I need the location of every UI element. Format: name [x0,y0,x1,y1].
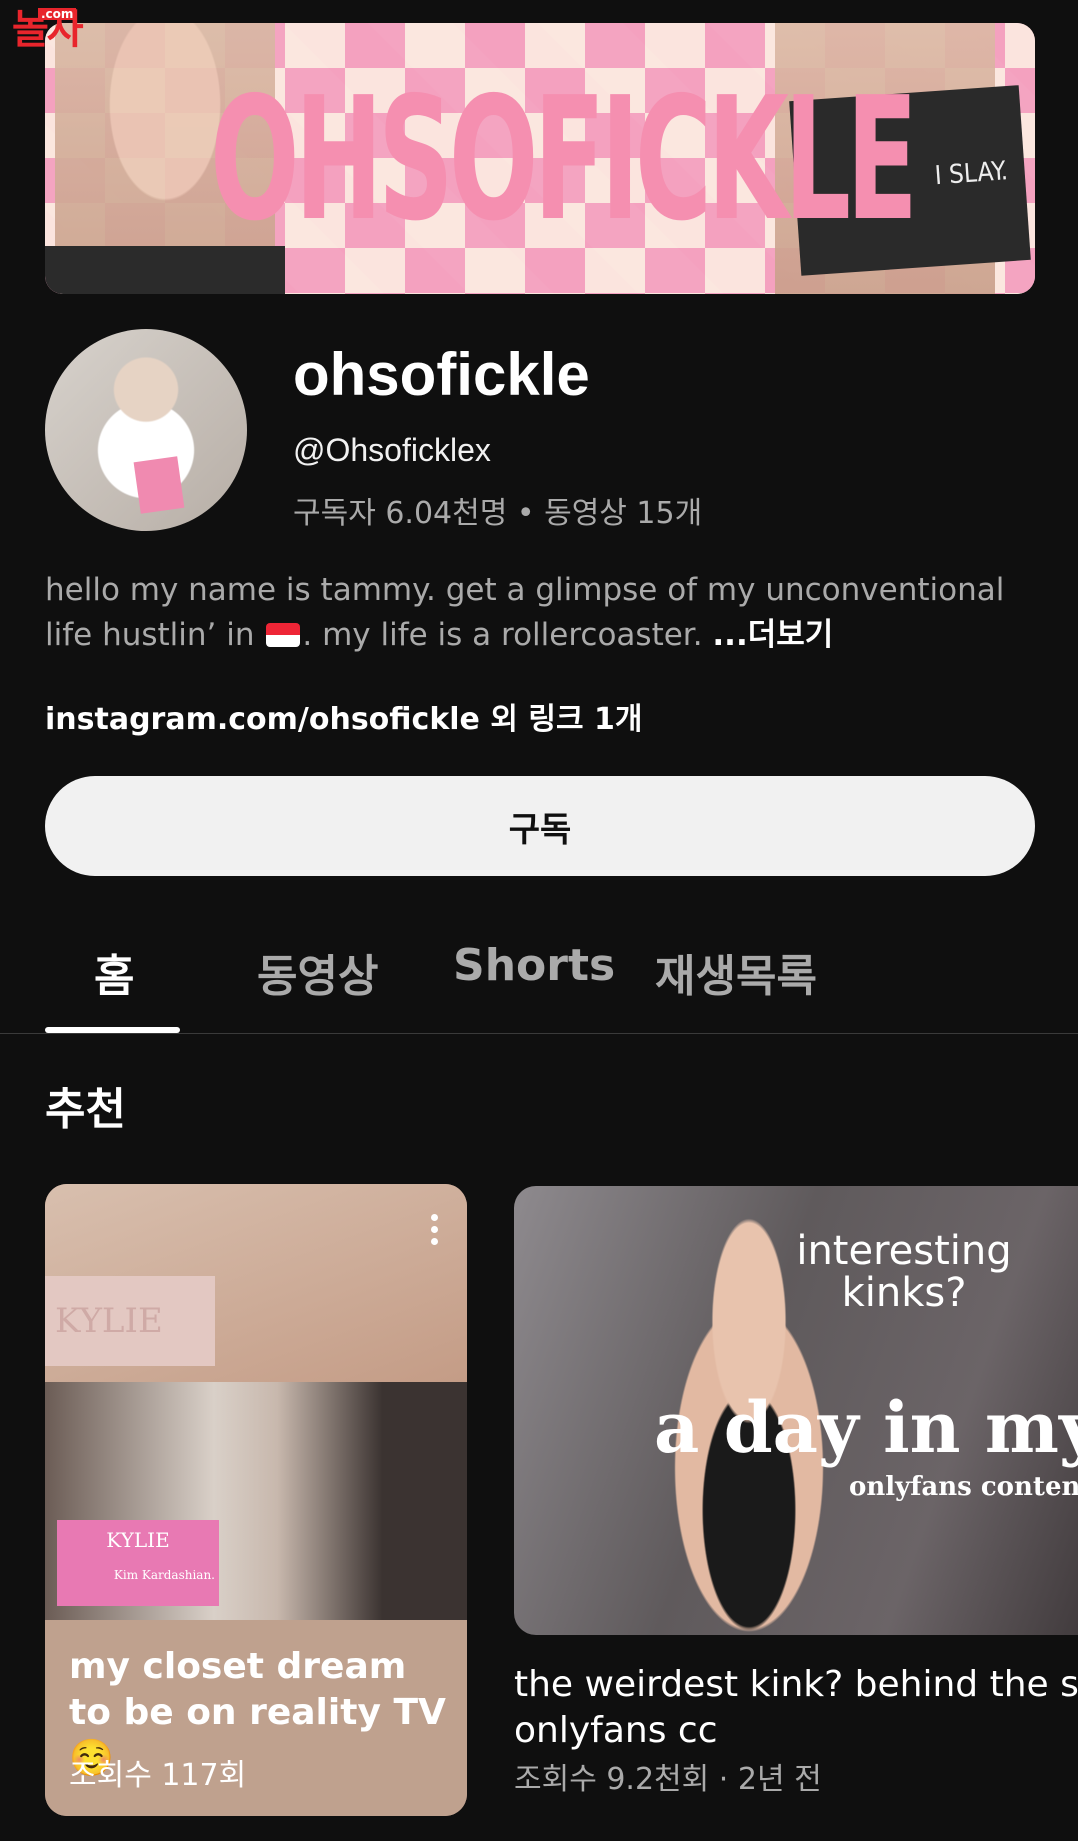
channel-stats: 구독자 6.04천명 • 동영상 15개 [293,496,703,531]
video-card-2-thumbnail[interactable]: interesting kinks? a day in my l onlyfan… [514,1186,1078,1635]
more-vertical-icon[interactable] [431,1214,439,1248]
video-card-1[interactable]: KYLIE KYLIE Kim Kardashian. my closet dr… [45,1184,467,1816]
watermark-sub: .com [38,8,77,20]
avatar-pink-card [133,456,185,514]
more-link[interactable]: ...더보기 [712,617,833,653]
tab-shorts[interactable]: Shorts [453,940,615,991]
channel-handle: @Ohsoficklex [293,432,491,468]
section-title: 추천 [45,1084,126,1135]
video-2-title-line-2: onlyfans cc [514,1710,718,1751]
video-1-thumb-pink-text: KYLIE [106,1528,170,1552]
banner-book-text: I SLAY. [933,156,1009,192]
channel-description[interactable]: hello my name is tammy. get a glimpse of… [45,568,1035,658]
video-1-thumb-text: KYLIE [45,1276,215,1366]
channel-links[interactable]: instagram.com/ohsofickle 외 링크 1개 [45,694,643,738]
video-1-thumb-caption: Kim Kardashian. [113,1568,215,1582]
video-2-title[interactable]: the weirdest kink? behind the scenes onl… [514,1662,1078,1754]
watermark-logo: .com 놀자 [12,8,84,50]
banner-wordmark: OHSOFICKLE [210,61,918,259]
video-1-thumb-mid: KYLIE Kim Kardashian. [45,1382,467,1620]
tab-home[interactable]: 홈 [94,940,134,1004]
singapore-flag-icon [266,623,301,647]
video-2-thumb-text-3: onlyfans content [849,1472,1078,1502]
channel-tabs: 홈 동영상 Shorts 재생목록 [0,920,1078,1033]
video-1-thumb-pink-card: KYLIE Kim Kardashian. [57,1520,219,1606]
channel-avatar[interactable] [45,329,247,531]
video-2-thumb-text-1: interesting kinks? [796,1228,1012,1316]
tab-playlists[interactable]: 재생목록 [655,940,817,1004]
video-2-title-line-1: the weirdest kink? behind the scenes [514,1664,1078,1705]
tabs-divider [0,1033,1078,1034]
video-2-meta: 조회수 9.2천회 · 2년 전 [514,1762,822,1797]
tab-videos[interactable]: 동영상 [257,940,378,1004]
description-text-2: . my life is a rollercoaster. [302,617,713,653]
channel-banner: I SLAY. OHSOFICKLE [45,23,1035,294]
video-1-views: 조회수 117회 [69,1758,247,1793]
video-2-thumb-text-2: a day in my l [654,1386,1078,1469]
subscribe-button[interactable]: 구독 [45,776,1035,876]
channel-name: ohsofickle [293,341,590,408]
video-1-thumb-top: KYLIE [45,1184,467,1382]
